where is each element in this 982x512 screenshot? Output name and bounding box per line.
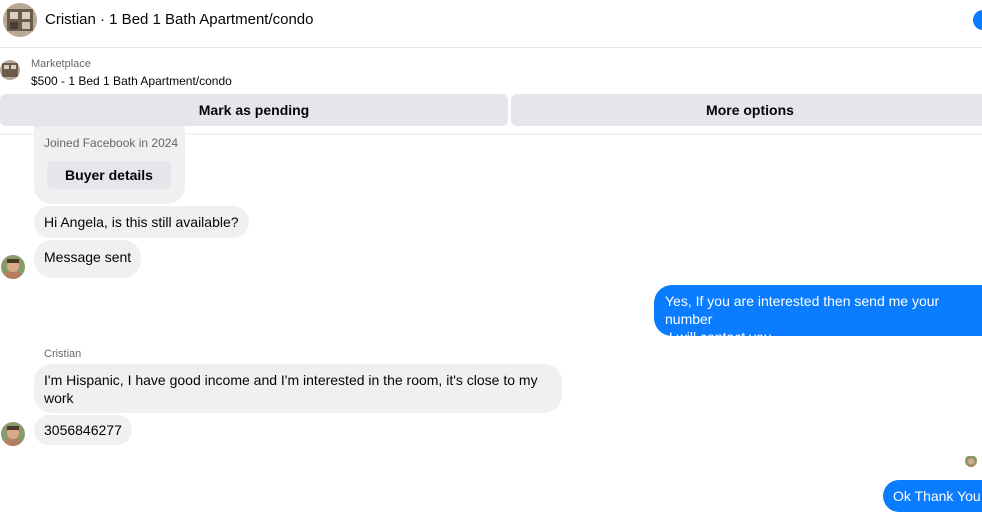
joined-date: Joined Facebook in 2024 [44,136,179,150]
listing-actions: Mark as pending More options [0,94,982,126]
message-bubble[interactable]: Message sent [34,240,142,278]
message-line: I will contact you. [665,329,776,345]
more-options-button[interactable]: More options [511,94,982,126]
buyer-details-button[interactable]: Buyer details [47,161,171,189]
conversation-title: Cristian · 1 Bed 1 Bath Apartment/condo [45,11,314,28]
mark-as-pending-button[interactable]: Mark as pending [0,94,508,126]
buyer-avatar[interactable] [1,255,25,279]
listing-price-title: $500 - 1 Bed 1 Bath Apartment/condo [31,74,232,88]
read-receipt-avatar [965,455,977,467]
listing-avatar[interactable] [3,3,37,37]
listing-kind-label: Marketplace [31,58,91,70]
message-bubble[interactable]: Yes, If you are interested then send me … [654,285,982,345]
buyer-avatar[interactable] [1,422,25,446]
listing-summary[interactable]: Marketplace $500 - 1 Bed 1 Bath Apartmen… [0,52,982,92]
header-divider [0,133,982,135]
sender-name: Cristian [44,348,82,360]
conversation-header: Cristian · 1 Bed 1 Bath Apartment/condo [0,0,982,48]
message-bubble[interactable]: Hi Angela, is this still available? [34,206,249,238]
info-button[interactable] [973,10,982,30]
message-bubble[interactable]: Ok Thank You [883,480,982,512]
listing-thumbnail [0,60,20,80]
message-bubble[interactable]: 3056846277 [34,415,132,445]
message-line: Yes, If you are interested then send me … [665,293,940,327]
message-bubble[interactable]: I'm Hispanic, I have good income and I'm… [34,364,562,413]
buyer-info-card: Joined Facebook in 2024 Buyer details [34,126,185,204]
